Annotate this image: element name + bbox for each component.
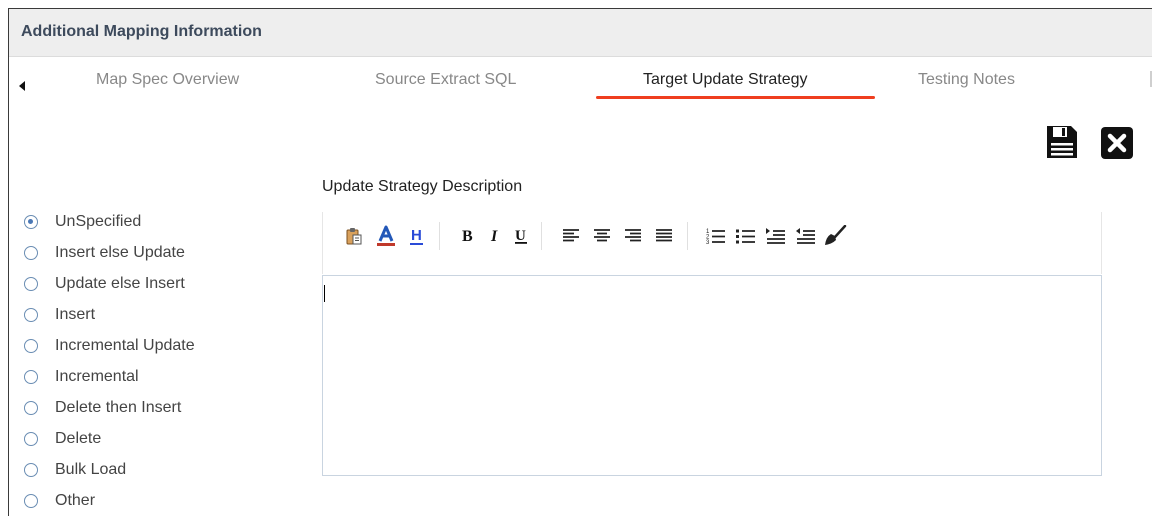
bulleted-list-icon [736, 229, 755, 244]
update-strategy-description-editor[interactable] [322, 275, 1102, 476]
align-center-button[interactable] [590, 224, 614, 248]
italic-icon: I [490, 228, 498, 245]
radio-unchecked-icon [24, 400, 38, 415]
tab-map-spec-overview[interactable]: Map Spec Overview [96, 71, 239, 89]
radio-unchecked-icon [24, 462, 38, 477]
radio-option-update-else-insert[interactable]: Update else Insert [24, 268, 195, 299]
align-center-icon [594, 229, 610, 242]
update-strategy-options: UnSpecified Insert else Update Update el… [24, 206, 195, 516]
text-caret [324, 285, 325, 302]
underline-button[interactable]: U [509, 224, 533, 248]
caret-left-icon [19, 81, 25, 91]
tab-scroll-left-button[interactable] [13, 75, 31, 97]
indent-icon [766, 228, 785, 244]
underline-icon: U [515, 228, 527, 244]
align-left-icon [563, 229, 579, 242]
radio-label: Delete [55, 429, 102, 447]
save-button[interactable] [1045, 124, 1079, 160]
radio-unchecked-icon [24, 307, 38, 322]
align-justify-button[interactable] [652, 224, 676, 248]
radio-option-incremental-update[interactable]: Incremental Update [24, 330, 195, 361]
radio-option-bulk-load[interactable]: Bulk Load [24, 454, 195, 485]
highlight-button[interactable]: H [405, 224, 429, 248]
editor-toolbar: H B I U 1 2 3 [322, 212, 1102, 274]
bold-button[interactable]: B [456, 224, 480, 248]
radio-unchecked-icon [24, 338, 38, 353]
outdent-button[interactable] [794, 224, 818, 248]
radio-option-delete-then-insert[interactable]: Delete then Insert [24, 392, 195, 423]
radio-label: Insert [55, 305, 96, 323]
font-color-button[interactable] [374, 224, 398, 248]
radio-unchecked-icon [24, 245, 38, 260]
numbered-list-button[interactable]: 1 2 3 [704, 224, 728, 248]
tab-bar: Map Spec Overview Source Extract SQL Tar… [9, 57, 1152, 105]
radio-option-incremental[interactable]: Incremental [24, 361, 195, 392]
clear-formatting-button[interactable] [823, 224, 847, 248]
align-left-button[interactable] [559, 224, 583, 248]
toolbar-separator [439, 222, 440, 250]
tab-testing-notes[interactable]: Testing Notes [918, 71, 1015, 89]
svg-text:H: H [411, 227, 422, 244]
radio-label: Incremental Update [55, 336, 195, 354]
panel-title: Additional Mapping Information [21, 23, 262, 40]
bulleted-list-button[interactable] [734, 224, 758, 248]
indent-button[interactable] [764, 224, 788, 248]
radio-option-insert[interactable]: Insert [24, 299, 195, 330]
align-right-icon [625, 229, 641, 242]
svg-text:B: B [462, 228, 473, 245]
clear-formatting-icon [825, 225, 847, 245]
outdent-icon [796, 228, 815, 244]
toolbar-separator [687, 222, 688, 250]
panel-header: Additional Mapping Information [9, 9, 1152, 57]
radio-unchecked-icon [24, 276, 38, 291]
close-button[interactable] [1100, 124, 1134, 160]
tab-target-update-strategy[interactable]: Target Update Strategy [643, 71, 808, 89]
radio-unchecked-icon [24, 369, 38, 384]
radio-checked-icon [24, 214, 38, 229]
radio-option-other[interactable]: Other [24, 485, 195, 516]
svg-text:I: I [490, 228, 498, 245]
update-strategy-description-label: Update Strategy Description [322, 178, 523, 195]
numbered-list-icon: 1 2 3 [706, 229, 725, 246]
highlight-icon: H [410, 227, 423, 245]
radio-unchecked-icon [24, 431, 38, 446]
align-right-button[interactable] [621, 224, 645, 248]
bold-icon: B [462, 228, 473, 245]
radio-unchecked-icon [24, 493, 38, 508]
paste-button[interactable] [342, 224, 366, 248]
italic-button[interactable]: I [483, 224, 507, 248]
radio-option-insert-else-update[interactable]: Insert else Update [24, 237, 195, 268]
tab-source-extract-sql[interactable]: Source Extract SQL [375, 71, 516, 89]
radio-label: Insert else Update [55, 243, 185, 261]
close-icon [1101, 127, 1133, 159]
font-color-icon [377, 225, 395, 246]
radio-label: Delete then Insert [55, 398, 182, 416]
align-justify-icon [656, 229, 672, 242]
radio-label: Other [55, 491, 96, 509]
radio-label: Incremental [55, 367, 139, 385]
paste-icon [346, 228, 362, 245]
radio-label: Update else Insert [55, 274, 185, 292]
active-tab-indicator [596, 96, 875, 99]
svg-text:3: 3 [706, 240, 710, 246]
radio-option-delete[interactable]: Delete [24, 423, 195, 454]
toolbar-separator [541, 222, 542, 250]
save-icon [1047, 126, 1077, 158]
svg-text:U: U [515, 228, 526, 244]
radio-label: UnSpecified [55, 212, 142, 230]
radio-label: Bulk Load [55, 460, 127, 478]
radio-option-unspecified[interactable]: UnSpecified [24, 206, 195, 237]
